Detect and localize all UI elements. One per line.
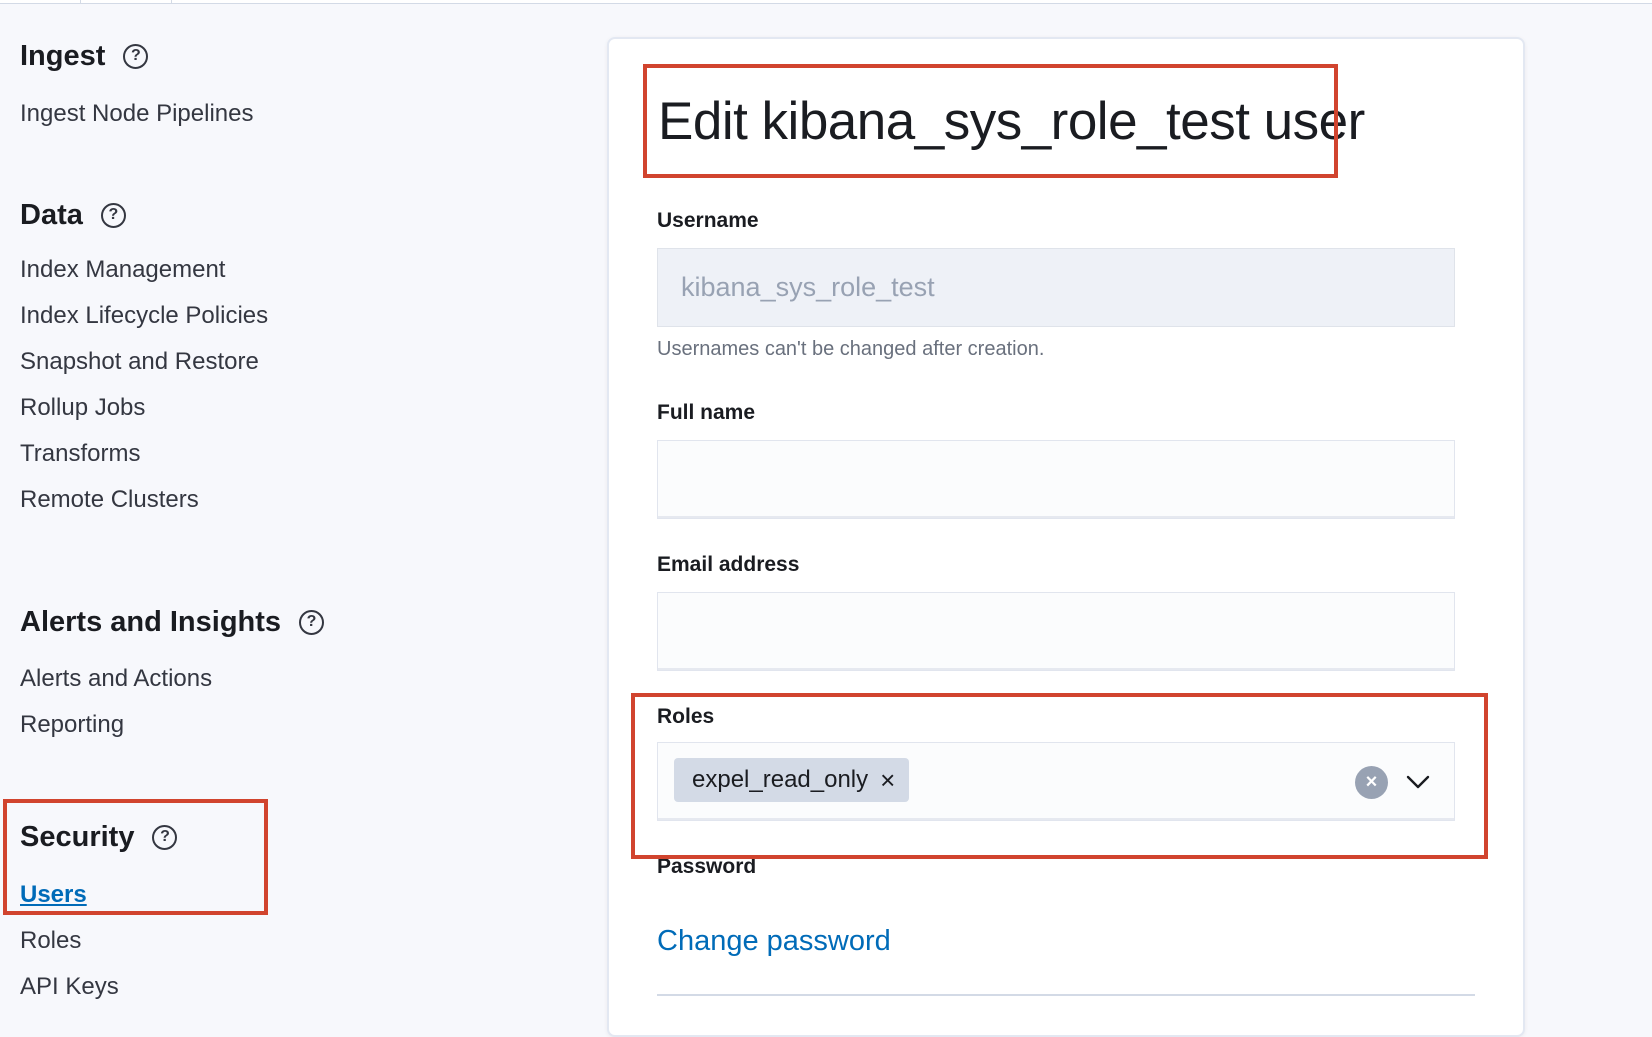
- sidebar-item-ingest-node-pipelines[interactable]: Ingest Node Pipelines: [20, 91, 253, 137]
- password-label: Password: [657, 855, 757, 878]
- nav-section-title-text: Data: [20, 198, 83, 231]
- edit-user-panel: Edit kibana_sys_role_test user Username …: [607, 37, 1525, 1037]
- sidebar-item-api-keys[interactable]: API Keys: [20, 964, 177, 1010]
- sidebar-item-users[interactable]: Users: [20, 872, 177, 918]
- role-pill-label: expel_read_only: [692, 766, 869, 793]
- chevron-down-icon[interactable]: [1403, 767, 1433, 797]
- role-pill: expel_read_only ×: [674, 758, 910, 802]
- page-title: Edit kibana_sys_role_test user: [658, 92, 1365, 151]
- roles-label: Roles: [657, 705, 715, 728]
- change-password-link[interactable]: Change password: [657, 925, 891, 958]
- help-circle-icon[interactable]: ?: [100, 202, 126, 228]
- full-name-field[interactable]: [657, 440, 1455, 519]
- username-label: Username: [657, 209, 759, 232]
- management-sidebar: Ingest ? Ingest Node Pipelines Data ? In…: [0, 0, 560, 1018]
- help-circle-icon[interactable]: ?: [123, 43, 149, 69]
- sidebar-item-remote-clusters[interactable]: Remote Clusters: [20, 477, 268, 523]
- nav-section-security: Security ? Users Roles API Keys: [20, 819, 178, 1010]
- help-circle-icon[interactable]: ?: [299, 609, 325, 635]
- username-help-text: Usernames can't be changed after creatio…: [657, 338, 1045, 360]
- nav-section-title-text: Security: [20, 820, 135, 853]
- nav-section-title-text: Ingest: [20, 39, 106, 72]
- username-field: [657, 248, 1455, 327]
- sidebar-item-index-lifecycle-policies[interactable]: Index Lifecycle Policies: [20, 293, 268, 339]
- sidebar-item-alerts-and-actions[interactable]: Alerts and Actions: [20, 656, 324, 702]
- sidebar-item-rollup-jobs[interactable]: Rollup Jobs: [20, 385, 268, 431]
- help-circle-icon[interactable]: ?: [152, 824, 178, 850]
- full-name-label: Full name: [657, 401, 756, 424]
- nav-section-title: Data ?: [20, 197, 268, 233]
- divider: [657, 994, 1475, 996]
- close-icon[interactable]: ×: [880, 767, 895, 793]
- email-field[interactable]: [657, 592, 1455, 671]
- nav-section-alerts-and-insights: Alerts and Insights ? Alerts and Actions…: [20, 604, 325, 748]
- sidebar-item-index-management[interactable]: Index Management: [20, 247, 268, 293]
- nav-section-data: Data ? Index Management Index Lifecycle …: [20, 197, 268, 523]
- nav-section-title-text: Alerts and Insights: [20, 605, 282, 638]
- sidebar-item-reporting[interactable]: Reporting: [20, 702, 324, 748]
- clear-circle-icon[interactable]: ×: [1355, 766, 1388, 799]
- sidebar-item-transforms[interactable]: Transforms: [20, 431, 268, 477]
- nav-section-title: Ingest ?: [20, 38, 253, 74]
- nav-section-ingest: Ingest ? Ingest Node Pipelines: [20, 38, 253, 137]
- nav-section-title: Security ?: [20, 819, 178, 855]
- sidebar-item-roles[interactable]: Roles: [20, 918, 177, 964]
- sidebar-item-snapshot-and-restore[interactable]: Snapshot and Restore: [20, 339, 268, 385]
- roles-combobox[interactable]: expel_read_only × ×: [657, 742, 1455, 821]
- nav-section-title: Alerts and Insights ?: [20, 604, 325, 640]
- email-label: Email address: [657, 553, 800, 576]
